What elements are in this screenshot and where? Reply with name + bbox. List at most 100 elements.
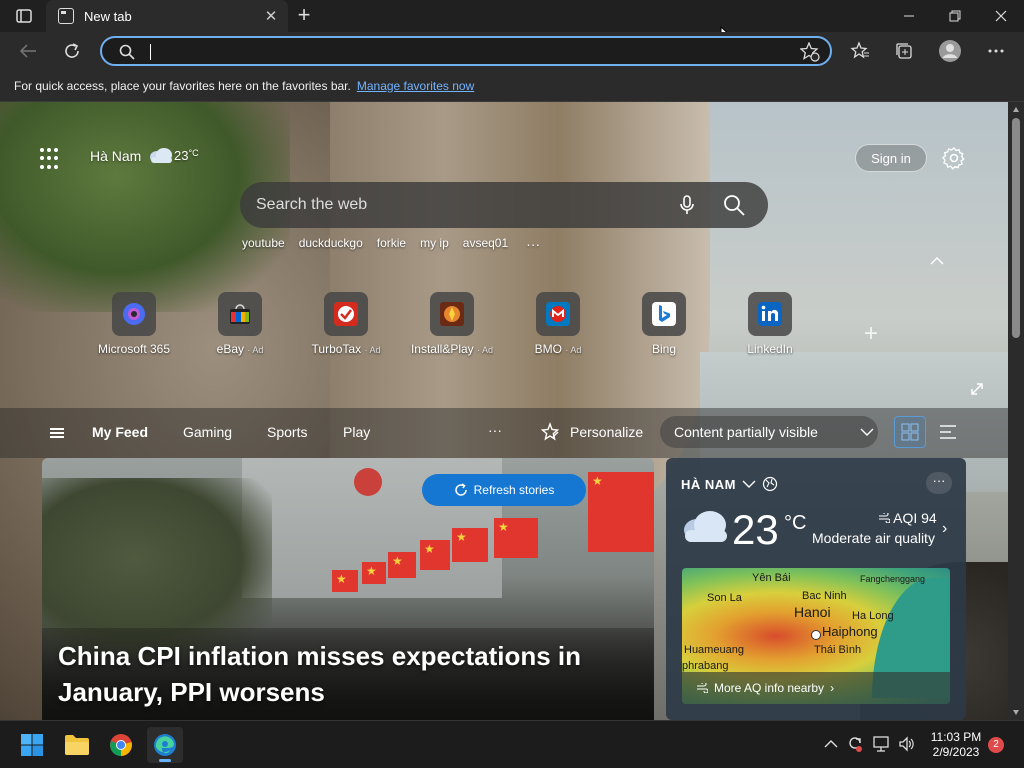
expand-icon[interactable] (970, 382, 984, 396)
close-tab-button[interactable]: ✕ (262, 7, 280, 25)
quick-links: Microsoft 365 eBay · Ad TurboTax · Ad In… (92, 292, 812, 362)
add-favorite-star-icon[interactable] (800, 42, 820, 62)
tab-my-feed[interactable]: My Feed (92, 424, 148, 440)
microphone-icon[interactable] (676, 194, 698, 216)
aqi-value[interactable]: AQI 94 (878, 510, 937, 526)
refresh-button[interactable] (58, 37, 86, 65)
chevron-right-icon[interactable]: › (942, 520, 947, 538)
chevron-up-icon[interactable] (822, 735, 840, 753)
grid-layout-icon (901, 423, 919, 441)
tab-new-tab[interactable]: New tab ✕ (46, 0, 288, 32)
suggestion-item[interactable]: forkie (377, 236, 406, 252)
mini-temp-unit: °C (188, 148, 199, 158)
quick-link-install-play[interactable]: Install&Play · Ad (410, 292, 494, 356)
profile-button[interactable] (936, 37, 964, 65)
location-label[interactable]: Hà Nam (90, 148, 141, 164)
bmo-icon (546, 302, 570, 326)
tab-sports[interactable]: Sports (267, 424, 307, 440)
search-icon (119, 44, 135, 60)
suggestion-item[interactable]: avseq01 (463, 236, 508, 252)
refresh-stories-button[interactable]: Refresh stories (422, 474, 586, 506)
clock[interactable]: 11:03 PM 2/9/2023 (926, 730, 986, 760)
quick-link-bing[interactable]: Bing (622, 292, 706, 356)
flag-image (452, 528, 488, 562)
gear-icon[interactable] (942, 146, 966, 170)
more-feed-tabs-button[interactable]: ··· (488, 422, 502, 438)
quick-link-ebay[interactable]: eBay · Ad (198, 292, 282, 356)
quick-link-label: eBay (216, 342, 244, 356)
quick-link-bmo[interactable]: BMO · Ad (516, 292, 600, 356)
start-button[interactable] (14, 727, 50, 763)
aqi-description: Moderate air quality (812, 530, 935, 546)
aqi-text: AQI 94 (893, 510, 937, 526)
sync-alert-icon[interactable] (846, 735, 864, 753)
grid-layout-button[interactable] (894, 416, 926, 448)
edge-button[interactable] (147, 727, 183, 763)
volume-icon[interactable] (898, 735, 916, 753)
back-button[interactable] (14, 37, 42, 65)
quick-link-label: BMO (534, 342, 562, 356)
chevron-right-icon: › (830, 681, 835, 695)
favorites-hint-text: For quick access, place your favorites h… (14, 78, 351, 93)
more-aq-link[interactable]: More AQ info nearby › (682, 672, 950, 704)
add-quick-link-button[interactable]: + (864, 320, 878, 348)
map-label: phrabang (682, 660, 729, 672)
chrome-button[interactable] (103, 727, 139, 763)
scroll-up-icon[interactable] (1012, 106, 1020, 114)
scroll-down-icon[interactable] (1012, 708, 1020, 716)
flag-image (362, 562, 386, 584)
air-quality-map[interactable]: Yên Bái Bac Ninh Fangchenggang Son La Ha… (682, 568, 950, 704)
browser-toolbar (0, 32, 1024, 70)
web-search-box[interactable]: Search the web (240, 182, 768, 228)
personalize-button[interactable]: Personalize (530, 416, 650, 448)
new-tab-page-icon (58, 8, 74, 24)
wind-icon (879, 511, 891, 524)
content-visibility-dropdown[interactable]: Content partially visible (660, 416, 878, 448)
weather-more-button[interactable]: ··· (926, 472, 952, 494)
settings-and-more-button[interactable] (982, 37, 1010, 65)
hamburger-menu-icon[interactable] (50, 428, 64, 438)
map-label: Fangchenggang (860, 574, 926, 584)
sign-in-button[interactable]: Sign in (855, 144, 927, 172)
weather-location-selector[interactable]: HÀ NAM (681, 476, 778, 492)
manage-favorites-link[interactable]: Manage favorites now (357, 79, 474, 93)
collections-button[interactable] (890, 37, 918, 65)
quick-link-label: TurboTax (311, 342, 362, 356)
suggestion-item[interactable]: duckduckgo (299, 236, 363, 252)
quick-link-microsoft-365[interactable]: Microsoft 365 (92, 292, 176, 356)
minimize-button[interactable] (886, 0, 932, 32)
quick-link-turbotax[interactable]: TurboTax · Ad (304, 292, 388, 356)
close-window-button[interactable] (978, 0, 1024, 32)
tab-gaming[interactable]: Gaming (183, 424, 232, 440)
scrollbar-thumb[interactable] (1012, 118, 1020, 338)
suggestion-item[interactable]: my ip (420, 236, 449, 252)
favorites-button[interactable] (846, 37, 874, 65)
headline-title[interactable]: China CPI inflation misses expectations … (58, 638, 618, 710)
flag-image (332, 570, 358, 592)
network-icon[interactable] (872, 735, 890, 753)
tab-actions-menu-button[interactable] (10, 6, 38, 26)
page-scrollbar[interactable] (1008, 102, 1024, 720)
search-icon[interactable] (722, 193, 746, 217)
title-bar: New tab ✕ + (0, 0, 1024, 32)
restore-button[interactable] (932, 0, 978, 32)
file-explorer-button[interactable] (59, 727, 95, 763)
address-bar[interactable] (100, 36, 832, 66)
tab-play[interactable]: Play (343, 424, 370, 440)
suggestion-item[interactable]: youtube (242, 236, 285, 252)
more-suggestions-button[interactable]: ··· (526, 236, 540, 252)
map-label: Thái Bình (814, 644, 862, 656)
notification-badge[interactable]: 2 (988, 737, 1004, 753)
edge-icon (154, 734, 176, 756)
clock-date: 2/9/2023 (932, 745, 980, 759)
tab-title: New tab (84, 8, 132, 24)
new-tab-page: Hà Nam 23 °C Sign in Search the web yout… (0, 102, 1008, 720)
quick-link-linkedin[interactable]: LinkedIn (728, 292, 812, 356)
chevron-up-icon[interactable] (928, 252, 946, 270)
list-layout-button[interactable] (932, 416, 964, 448)
quick-link-label: LinkedIn (747, 342, 793, 356)
weather-mini[interactable]: 23 °C (148, 146, 199, 164)
map-label: Ha Long (852, 610, 894, 622)
new-tab-button[interactable]: + (292, 4, 316, 28)
app-launcher-icon[interactable] (40, 148, 62, 170)
